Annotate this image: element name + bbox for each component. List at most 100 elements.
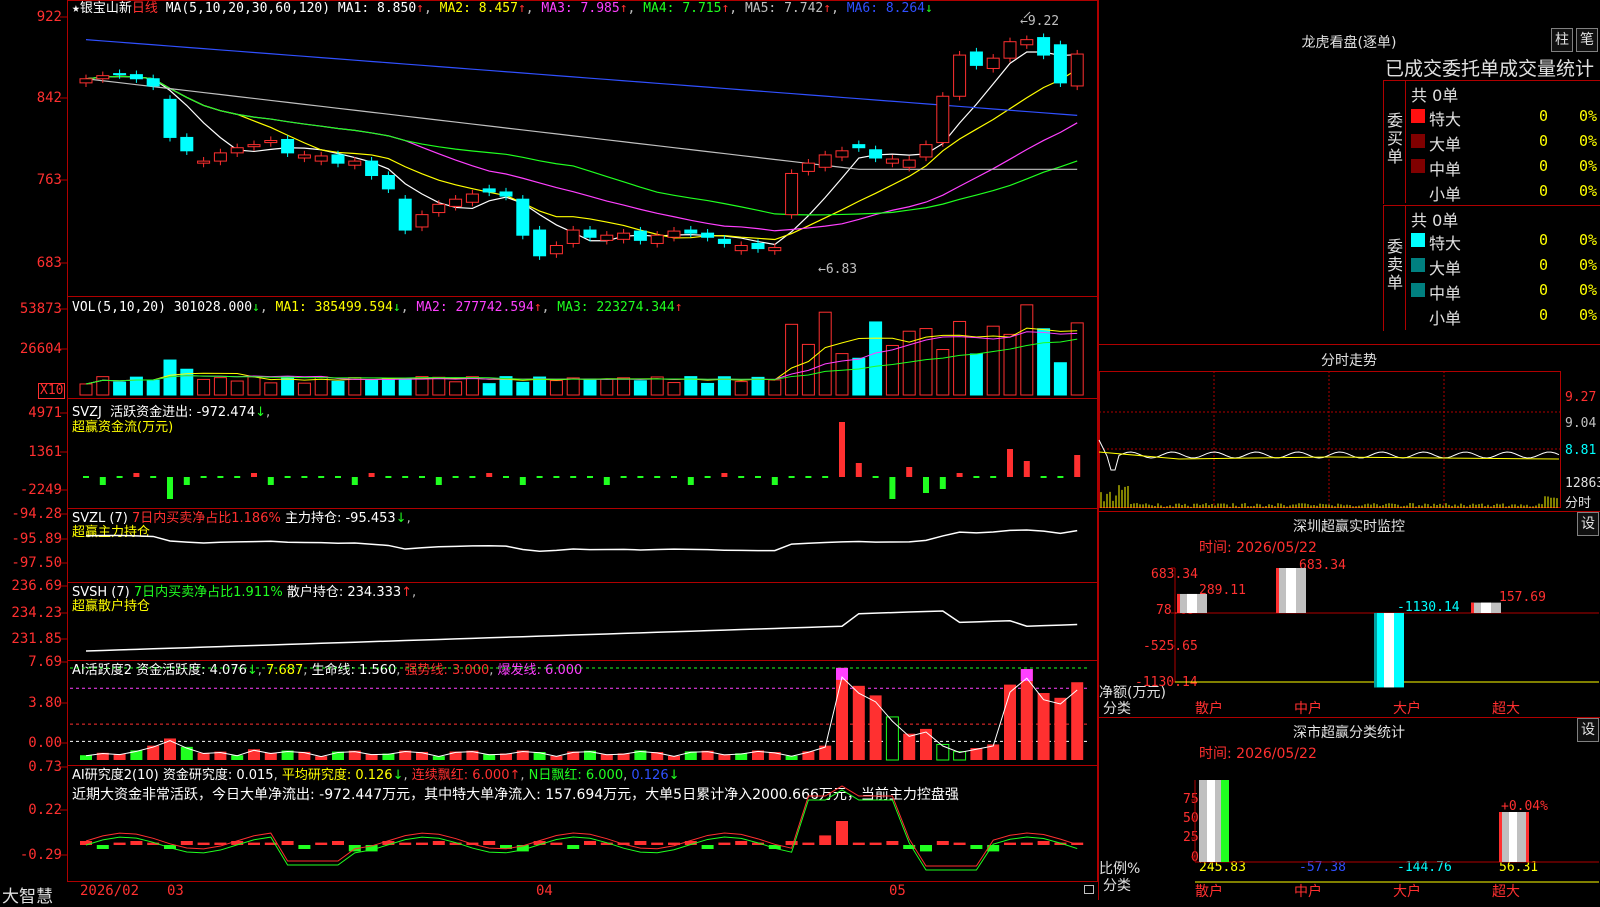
- sm-bar-highlight: [1509, 812, 1517, 862]
- candle-body: [97, 76, 109, 79]
- candle-body: [282, 139, 294, 152]
- volume-bar: [399, 378, 411, 395]
- candle-body: [181, 137, 193, 150]
- volume-bar: [349, 377, 361, 395]
- svzj-bar-flat: [738, 476, 744, 478]
- svzj-bar-down: [940, 477, 946, 489]
- ai1-bar-hollow: [937, 744, 949, 760]
- candle-body: [114, 74, 126, 75]
- svzj-bar-down: [167, 477, 173, 499]
- candle-body: [668, 231, 680, 237]
- ai2-line-red: [86, 786, 1077, 866]
- candle-body: [970, 52, 982, 65]
- svzj-bar-up: [906, 467, 912, 477]
- svzj-bar-flat: [671, 476, 677, 478]
- svzj-bar-up: [133, 473, 139, 477]
- volume-bar: [332, 381, 344, 395]
- ai1-bar-top: [1021, 669, 1033, 681]
- ai2-bar: [80, 841, 92, 845]
- candle-body: [332, 155, 344, 163]
- ai1-bar: [819, 746, 831, 760]
- right-panel[interactable]: 龙虎看盘(逐单) 柱 笔 已成交委托单成交量统计 共 0单 委买单 特大 0 0% 大…: [1098, 0, 1600, 900]
- sz-bar: [1276, 568, 1306, 613]
- volume-bar: [231, 381, 243, 395]
- candle-body: [584, 230, 596, 237]
- svzj-bar-down: [604, 477, 610, 485]
- svzj-bar-flat: [117, 476, 123, 478]
- svzj-bar-flat: [83, 476, 89, 478]
- kline-area[interactable]: 922 842 763 683 53873 26604 4971 1361 -2249 -94.2…: [0, 0, 1098, 900]
- svzj-bar-flat: [453, 476, 459, 478]
- ai2-bar: [282, 841, 294, 845]
- ai2-bar: [1004, 843, 1016, 845]
- volume-bar: [298, 383, 310, 395]
- svzj-bar-flat: [973, 476, 979, 478]
- sm-bar-green: [1221, 780, 1229, 862]
- ai1-bar: [903, 734, 915, 760]
- volume-bar: [651, 377, 663, 395]
- volume-bar: [181, 369, 193, 395]
- volume-bar: [1054, 363, 1066, 395]
- candle-body: [130, 75, 142, 79]
- svzj-bar-flat: [990, 476, 996, 478]
- ai2-bar: [920, 845, 932, 851]
- svzj-bar-flat: [570, 476, 576, 478]
- svzj-bar-down: [184, 477, 190, 485]
- candle-body: [769, 248, 781, 251]
- candle-body: [248, 145, 260, 147]
- sz-bar-edge: [1177, 594, 1180, 613]
- candle-body: [214, 153, 226, 161]
- candle-body: [685, 230, 697, 233]
- svzj-bar-flat: [385, 476, 391, 478]
- candle-body: [634, 231, 646, 240]
- svzj-bar-up: [1024, 461, 1030, 477]
- svzj-bar-down: [352, 477, 358, 485]
- ai2-bar: [97, 845, 109, 849]
- svzj-bar-up: [1074, 455, 1080, 477]
- sm-bar-highlight: [1207, 780, 1215, 862]
- ai2-bar: [298, 845, 310, 849]
- volume-bar: [886, 345, 898, 395]
- ai2-bar: [550, 843, 562, 845]
- ai2-bar: [651, 843, 663, 845]
- volume-bar: [382, 379, 394, 395]
- svzj-bar-flat: [503, 476, 509, 478]
- candle-body: [735, 246, 747, 251]
- svzj-bar-down: [923, 477, 929, 493]
- candle-body: [802, 163, 814, 171]
- ai2-bar: [315, 843, 327, 845]
- candle-body: [416, 215, 428, 227]
- ai1-bar: [181, 747, 193, 760]
- ai2-bar: [332, 841, 344, 845]
- high-pointer: [1024, 12, 1030, 18]
- svzj-bar-flat: [150, 476, 156, 478]
- svzj-bar-flat: [873, 476, 879, 478]
- sz-bar: [1471, 603, 1501, 613]
- svzj-bar-up: [369, 473, 375, 477]
- volume-bar: [970, 354, 982, 395]
- svzj-bar-flat: [537, 476, 543, 478]
- volume-bar: [1021, 305, 1033, 395]
- svzj-bar-up: [721, 473, 727, 477]
- ai2-bar: [702, 845, 714, 849]
- sz-bar-highlight: [1384, 613, 1394, 687]
- volume-bar: [366, 380, 378, 395]
- ai2-bar: [634, 841, 646, 845]
- svzj-bar-flat: [1057, 476, 1063, 478]
- candle-body: [298, 155, 310, 158]
- ai2-bar: [836, 821, 848, 845]
- candle-body: [366, 161, 378, 175]
- ai2-bar: [248, 843, 260, 845]
- volume-bar: [802, 344, 814, 395]
- svzj-bar-down: [436, 477, 442, 485]
- volume-bar: [466, 377, 478, 395]
- sz-bar-highlight: [1286, 568, 1296, 613]
- ai2-bar: [198, 843, 210, 845]
- svzj-bar-flat: [587, 476, 593, 478]
- sz-bar-edge: [1374, 613, 1377, 687]
- svzj-bar-flat: [789, 476, 795, 478]
- candle-body: [382, 176, 394, 189]
- candle-body: [1071, 54, 1083, 86]
- ai2-bar: [970, 845, 982, 849]
- volume-bar: [248, 377, 260, 395]
